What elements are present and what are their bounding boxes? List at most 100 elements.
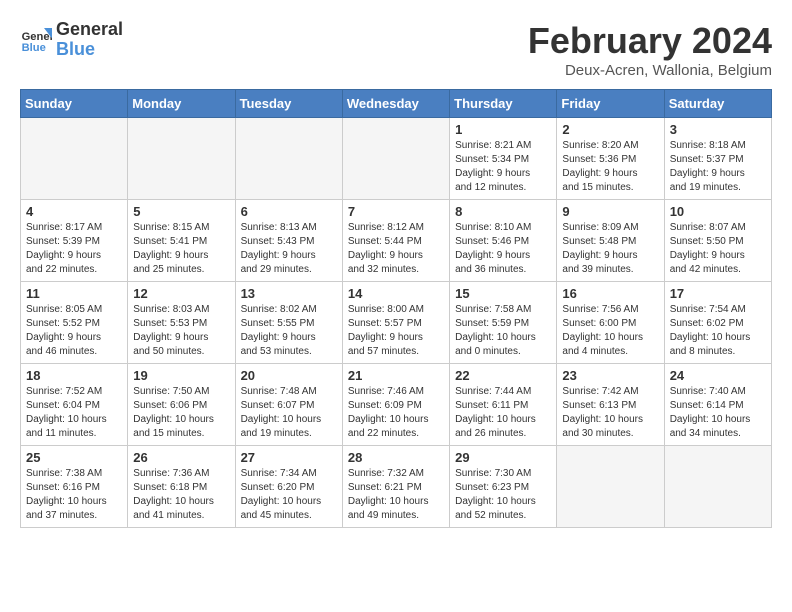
day-number: 24 [670, 368, 766, 383]
calendar-cell: 5Sunrise: 8:15 AM Sunset: 5:41 PM Daylig… [128, 200, 235, 282]
day-info: Sunrise: 7:44 AM Sunset: 6:11 PM Dayligh… [455, 385, 551, 441]
calendar-cell: 15 Sunrise: 7:58 AM Sunset: 5:59 PM Dayli… [450, 282, 557, 364]
calendar-cell: 21 Sunrise: 7:46 AM Sunset: 6:09 PM Dayli… [342, 364, 449, 446]
svg-text:General: General [22, 31, 52, 43]
day-info: Sunrise: 7:32 AM Sunset: 6:21 PM Dayligh… [348, 467, 444, 523]
day-number: 8 [455, 204, 551, 219]
svg-text:Blue: Blue [22, 42, 46, 54]
logo-text-line1: General [56, 20, 123, 40]
day-info: Sunrise: 7:54 AM Sunset: 6:02 PM Dayligh… [670, 303, 766, 359]
day-number: 18 [26, 368, 122, 383]
day-info: Sunrise: 7:40 AM Sunset: 6:14 PM Dayligh… [670, 385, 766, 441]
header-row: SundayMondayTuesdayWednesdayThursdayFrid… [21, 90, 772, 118]
day-info: Sunrise: 7:58 AM Sunset: 5:59 PM Dayligh… [455, 303, 551, 359]
week-row-3: 18 Sunrise: 7:52 AM Sunset: 6:04 PM Dayli… [21, 364, 772, 446]
calendar-cell: 9Sunrise: 8:09 AM Sunset: 5:48 PM Daylig… [557, 200, 664, 282]
day-info: Sunrise: 7:52 AM Sunset: 6:04 PM Dayligh… [26, 385, 122, 441]
day-info: Sunrise: 8:13 AM Sunset: 5:43 PM Dayligh… [241, 221, 337, 277]
calendar-cell [557, 446, 664, 528]
day-number: 14 [348, 286, 444, 301]
day-info: Sunrise: 7:34 AM Sunset: 6:20 PM Dayligh… [241, 467, 337, 523]
calendar-cell: 18 Sunrise: 7:52 AM Sunset: 6:04 PM Dayli… [21, 364, 128, 446]
day-info: Sunrise: 8:10 AM Sunset: 5:46 PM Dayligh… [455, 221, 551, 277]
week-row-1: 4 Sunrise: 8:17 AM Sunset: 5:39 PM Daylig… [21, 200, 772, 282]
day-info: Sunrise: 8:12 AM Sunset: 5:44 PM Dayligh… [348, 221, 444, 277]
day-number: 6 [241, 204, 337, 219]
calendar-cell: 2 Sunrise: 8:20 AM Sunset: 5:36 PM Daylig… [557, 118, 664, 200]
header-cell-wednesday: Wednesday [342, 90, 449, 118]
week-row-0: 1 Sunrise: 8:21 AM Sunset: 5:34 PM Daylig… [21, 118, 772, 200]
header-cell-thursday: Thursday [450, 90, 557, 118]
day-number: 27 [241, 450, 337, 465]
calendar-cell [128, 118, 235, 200]
day-info: Sunrise: 7:38 AM Sunset: 6:16 PM Dayligh… [26, 467, 122, 523]
logo-icon: General Blue [20, 24, 52, 56]
day-info: Sunrise: 7:46 AM Sunset: 6:09 PM Dayligh… [348, 385, 444, 441]
day-info: Sunrise: 8:21 AM Sunset: 5:34 PM Dayligh… [455, 139, 551, 195]
calendar-cell: 22 Sunrise: 7:44 AM Sunset: 6:11 PM Dayli… [450, 364, 557, 446]
day-info: Sunrise: 8:09 AM Sunset: 5:48 PM Dayligh… [562, 221, 658, 277]
day-info: Sunrise: 8:07 AM Sunset: 5:50 PM Dayligh… [670, 221, 766, 277]
header-cell-monday: Monday [128, 90, 235, 118]
day-number: 22 [455, 368, 551, 383]
calendar-cell: 26 Sunrise: 7:36 AM Sunset: 6:18 PM Dayli… [128, 446, 235, 528]
calendar-cell: 20 Sunrise: 7:48 AM Sunset: 6:07 PM Dayli… [235, 364, 342, 446]
calendar-cell: 17 Sunrise: 7:54 AM Sunset: 6:02 PM Dayli… [664, 282, 771, 364]
day-number: 5 [133, 204, 229, 219]
calendar-cell: 4 Sunrise: 8:17 AM Sunset: 5:39 PM Daylig… [21, 200, 128, 282]
day-number: 20 [241, 368, 337, 383]
day-info: Sunrise: 8:20 AM Sunset: 5:36 PM Dayligh… [562, 139, 658, 195]
logo: General Blue General Blue [20, 20, 123, 60]
day-number: 19 [133, 368, 229, 383]
day-number: 17 [670, 286, 766, 301]
day-number: 13 [241, 286, 337, 301]
calendar-cell [664, 446, 771, 528]
calendar-cell: 11Sunrise: 8:05 AM Sunset: 5:52 PM Dayli… [21, 282, 128, 364]
day-info: Sunrise: 8:18 AM Sunset: 5:37 PM Dayligh… [670, 139, 766, 195]
week-row-4: 25 Sunrise: 7:38 AM Sunset: 6:16 PM Dayli… [21, 446, 772, 528]
calendar-cell: 24 Sunrise: 7:40 AM Sunset: 6:14 PM Dayli… [664, 364, 771, 446]
day-number: 29 [455, 450, 551, 465]
day-number: 1 [455, 122, 551, 137]
day-info: Sunrise: 8:00 AM Sunset: 5:57 PM Dayligh… [348, 303, 444, 359]
calendar-cell: 8 Sunrise: 8:10 AM Sunset: 5:46 PM Daylig… [450, 200, 557, 282]
header-cell-sunday: Sunday [21, 90, 128, 118]
day-info: Sunrise: 8:02 AM Sunset: 5:55 PM Dayligh… [241, 303, 337, 359]
calendar-cell: 3 Sunrise: 8:18 AM Sunset: 5:37 PM Daylig… [664, 118, 771, 200]
day-info: Sunrise: 8:17 AM Sunset: 5:39 PM Dayligh… [26, 221, 122, 277]
day-number: 2 [562, 122, 658, 137]
calendar-cell: 29 Sunrise: 7:30 AM Sunset: 6:23 PM Dayli… [450, 446, 557, 528]
calendar-cell: 27 Sunrise: 7:34 AM Sunset: 6:20 PM Dayli… [235, 446, 342, 528]
day-number: 16 [562, 286, 658, 301]
calendar-cell: 6 Sunrise: 8:13 AM Sunset: 5:43 PM Daylig… [235, 200, 342, 282]
day-info: Sunrise: 7:48 AM Sunset: 6:07 PM Dayligh… [241, 385, 337, 441]
calendar-cell: 10Sunrise: 8:07 AM Sunset: 5:50 PM Dayli… [664, 200, 771, 282]
month-title: February 2024 [528, 20, 772, 62]
day-number: 26 [133, 450, 229, 465]
day-info: Sunrise: 7:36 AM Sunset: 6:18 PM Dayligh… [133, 467, 229, 523]
page-header: General Blue General Blue February 2024 … [20, 20, 772, 79]
header-cell-friday: Friday [557, 90, 664, 118]
title-block: February 2024 Deux-Acren, Wallonia, Belg… [528, 20, 772, 79]
calendar-cell: 19Sunrise: 7:50 AM Sunset: 6:06 PM Dayli… [128, 364, 235, 446]
day-number: 15 [455, 286, 551, 301]
calendar-cell [21, 118, 128, 200]
header-cell-tuesday: Tuesday [235, 90, 342, 118]
calendar-cell [235, 118, 342, 200]
day-number: 4 [26, 204, 122, 219]
day-info: Sunrise: 8:03 AM Sunset: 5:53 PM Dayligh… [133, 303, 229, 359]
calendar-table: SundayMondayTuesdayWednesdayThursdayFrid… [20, 89, 772, 528]
calendar-cell: 1 Sunrise: 8:21 AM Sunset: 5:34 PM Daylig… [450, 118, 557, 200]
day-number: 23 [562, 368, 658, 383]
calendar-cell: 12 Sunrise: 8:03 AM Sunset: 5:53 PM Dayli… [128, 282, 235, 364]
day-number: 25 [26, 450, 122, 465]
day-number: 21 [348, 368, 444, 383]
calendar-cell [342, 118, 449, 200]
week-row-2: 11Sunrise: 8:05 AM Sunset: 5:52 PM Dayli… [21, 282, 772, 364]
calendar-cell: 13 Sunrise: 8:02 AM Sunset: 5:55 PM Dayli… [235, 282, 342, 364]
calendar-cell: 28Sunrise: 7:32 AM Sunset: 6:21 PM Dayli… [342, 446, 449, 528]
day-number: 3 [670, 122, 766, 137]
day-number: 11 [26, 286, 122, 301]
day-number: 12 [133, 286, 229, 301]
day-info: Sunrise: 7:30 AM Sunset: 6:23 PM Dayligh… [455, 467, 551, 523]
